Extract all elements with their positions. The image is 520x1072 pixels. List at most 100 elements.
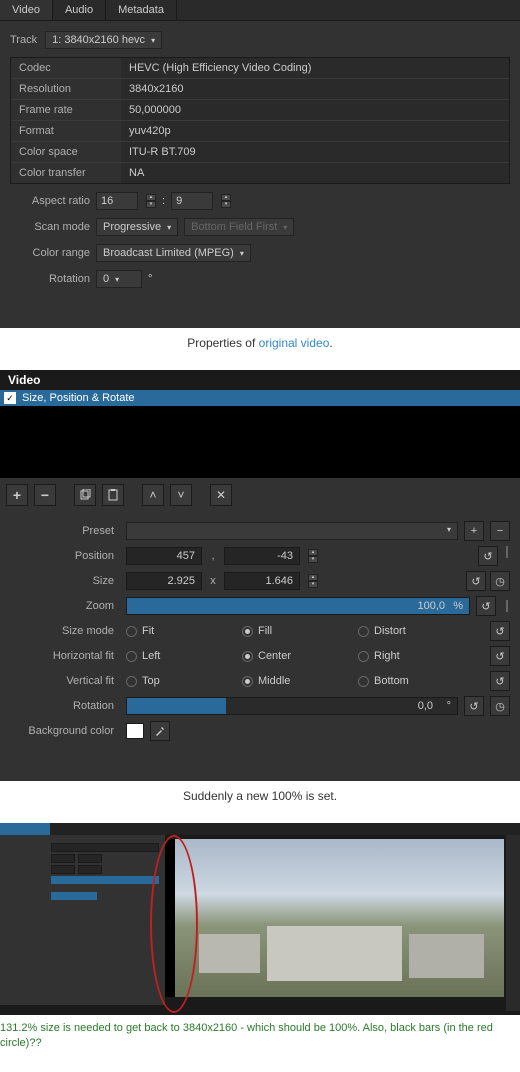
spin-down-icon[interactable]: ▾ <box>146 201 156 208</box>
caption-text: . <box>329 336 332 350</box>
color-swatch[interactable] <box>126 723 144 739</box>
color-range-value: Broadcast Limited (MPEG) <box>103 247 234 259</box>
add-button[interactable]: + <box>6 484 28 506</box>
size-sep: x <box>208 575 218 587</box>
rotation-unit: ° <box>447 700 451 712</box>
reset-button[interactable]: ↺ <box>466 571 486 591</box>
spin-down-icon[interactable]: ▾ <box>221 201 231 208</box>
filter-row[interactable]: ✓ Size, Position & Rotate <box>0 390 520 406</box>
eyedropper-button[interactable] <box>150 721 170 741</box>
deselect-button[interactable]: ✕ <box>210 484 232 506</box>
zoom-slider[interactable]: 100,0 % <box>126 597 470 615</box>
caption-1: Properties of original video. <box>0 336 520 350</box>
info-key: Frame rate <box>11 100 121 120</box>
zoom-value: 100,0 <box>417 600 445 612</box>
field-order-value: Bottom Field First <box>191 221 277 233</box>
checkbox-icon[interactable]: ✓ <box>4 392 16 404</box>
preset-label: Preset <box>10 525 120 537</box>
radio-center[interactable] <box>242 651 253 662</box>
radio-left[interactable] <box>126 651 137 662</box>
position-x-input[interactable]: 457 <box>126 547 202 565</box>
tab-bar: Video Audio Metadata <box>0 0 520 21</box>
radio-label: Top <box>142 675 160 687</box>
tab-metadata[interactable]: Metadata <box>106 0 177 20</box>
info-val: 3840x2160 <box>121 79 509 99</box>
vfit-label: Vertical fit <box>10 675 120 687</box>
size-w-input[interactable]: 2.925 <box>126 572 202 590</box>
preset-add-button[interactable]: + <box>464 521 484 541</box>
keyframe-button[interactable]: ◷ <box>490 696 510 716</box>
panel-header: Video <box>0 370 520 390</box>
original-video-link[interactable]: original video <box>259 336 330 350</box>
info-key: Format <box>11 121 121 141</box>
spin-up-icon[interactable]: ▴ <box>146 194 156 201</box>
preset-dropdown[interactable] <box>126 522 458 540</box>
reset-button[interactable]: ↺ <box>476 596 496 616</box>
move-down-button[interactable]: ˅ <box>170 484 192 506</box>
radio-label: Middle <box>258 675 290 687</box>
radio-label: Center <box>258 650 291 662</box>
spin-up-icon[interactable]: ▴ <box>308 549 318 556</box>
paste-button[interactable] <box>102 484 124 506</box>
reset-button[interactable]: ↺ <box>490 621 510 641</box>
move-up-button[interactable]: ˄ <box>142 484 164 506</box>
position-y-input[interactable]: -43 <box>224 547 300 565</box>
radio-label: Right <box>374 650 400 662</box>
radio-right[interactable] <box>358 651 369 662</box>
tab-video[interactable]: Video <box>0 0 53 20</box>
color-range-dropdown[interactable]: Broadcast Limited (MPEG) ▾ <box>96 244 251 262</box>
scan-mode-value: Progressive <box>103 221 161 233</box>
copy-button[interactable] <box>74 484 96 506</box>
aspect-w-input[interactable]: 16 <box>96 192 138 210</box>
tab-audio[interactable]: Audio <box>53 0 106 20</box>
rotation-slider[interactable]: 0,0 ° <box>126 697 458 715</box>
screenshot-panel <box>0 823 520 1015</box>
radio-label: Bottom <box>374 675 409 687</box>
chevron-down-icon: ▾ <box>151 36 155 45</box>
size-h-input[interactable]: 1.646 <box>224 572 300 590</box>
remove-button[interactable]: − <box>34 484 56 506</box>
spin-down-icon[interactable]: ▾ <box>308 556 318 563</box>
reset-button[interactable]: ↺ <box>478 546 498 566</box>
chevron-down-icon: ▾ <box>115 275 119 284</box>
track-dropdown[interactable]: 1: 3840x2160 hevc ▾ <box>45 31 162 49</box>
reset-button[interactable]: ↺ <box>490 646 510 666</box>
chevron-down-icon: ▾ <box>167 223 171 232</box>
video-preview[interactable] <box>165 839 504 997</box>
mini-filter-panel <box>0 835 165 1005</box>
radio-label: Left <box>142 650 160 662</box>
spin-up-icon[interactable]: ▴ <box>308 574 318 581</box>
info-val: ITU-R BT.709 <box>121 142 509 162</box>
radio-fit[interactable] <box>126 626 137 637</box>
radio-bottom[interactable] <box>358 676 369 687</box>
filter-name: Size, Position & Rotate <box>22 392 135 404</box>
info-key: Color transfer <box>11 163 121 183</box>
scan-mode-label: Scan mode <box>10 221 90 233</box>
caption-text: Properties of <box>187 336 258 350</box>
sizemode-label: Size mode <box>10 625 120 637</box>
zoom-label: Zoom <box>10 600 120 612</box>
scan-mode-dropdown[interactable]: Progressive ▾ <box>96 218 178 236</box>
reset-button[interactable]: ↺ <box>490 671 510 691</box>
filter-list-empty <box>0 406 520 478</box>
right-sidebar <box>506 835 520 1011</box>
spin-up-icon[interactable]: ▴ <box>221 194 231 201</box>
reset-button[interactable]: ↺ <box>464 696 484 716</box>
info-val: NA <box>121 163 509 183</box>
radio-top[interactable] <box>126 676 137 687</box>
color-range-label: Color range <box>10 247 90 259</box>
track-value: 1: 3840x2160 hevc <box>52 34 145 46</box>
spin-down-icon[interactable]: ▾ <box>308 581 318 588</box>
radio-distort[interactable] <box>358 626 369 637</box>
aspect-ratio-label: Aspect ratio <box>10 195 90 207</box>
rotation-dropdown[interactable]: 0▾ <box>96 270 142 288</box>
radio-fill[interactable] <box>242 626 253 637</box>
keyframe-button[interactable]: ◷ <box>490 571 510 591</box>
aspect-sep: : <box>162 195 165 207</box>
radio-middle[interactable] <box>242 676 253 687</box>
chevron-down-icon: ▾ <box>240 249 244 258</box>
preset-remove-button[interactable]: − <box>490 521 510 541</box>
info-key: Color space <box>11 142 121 162</box>
aspect-h-input[interactable]: 9 <box>171 192 213 210</box>
size-label: Size <box>10 575 120 587</box>
